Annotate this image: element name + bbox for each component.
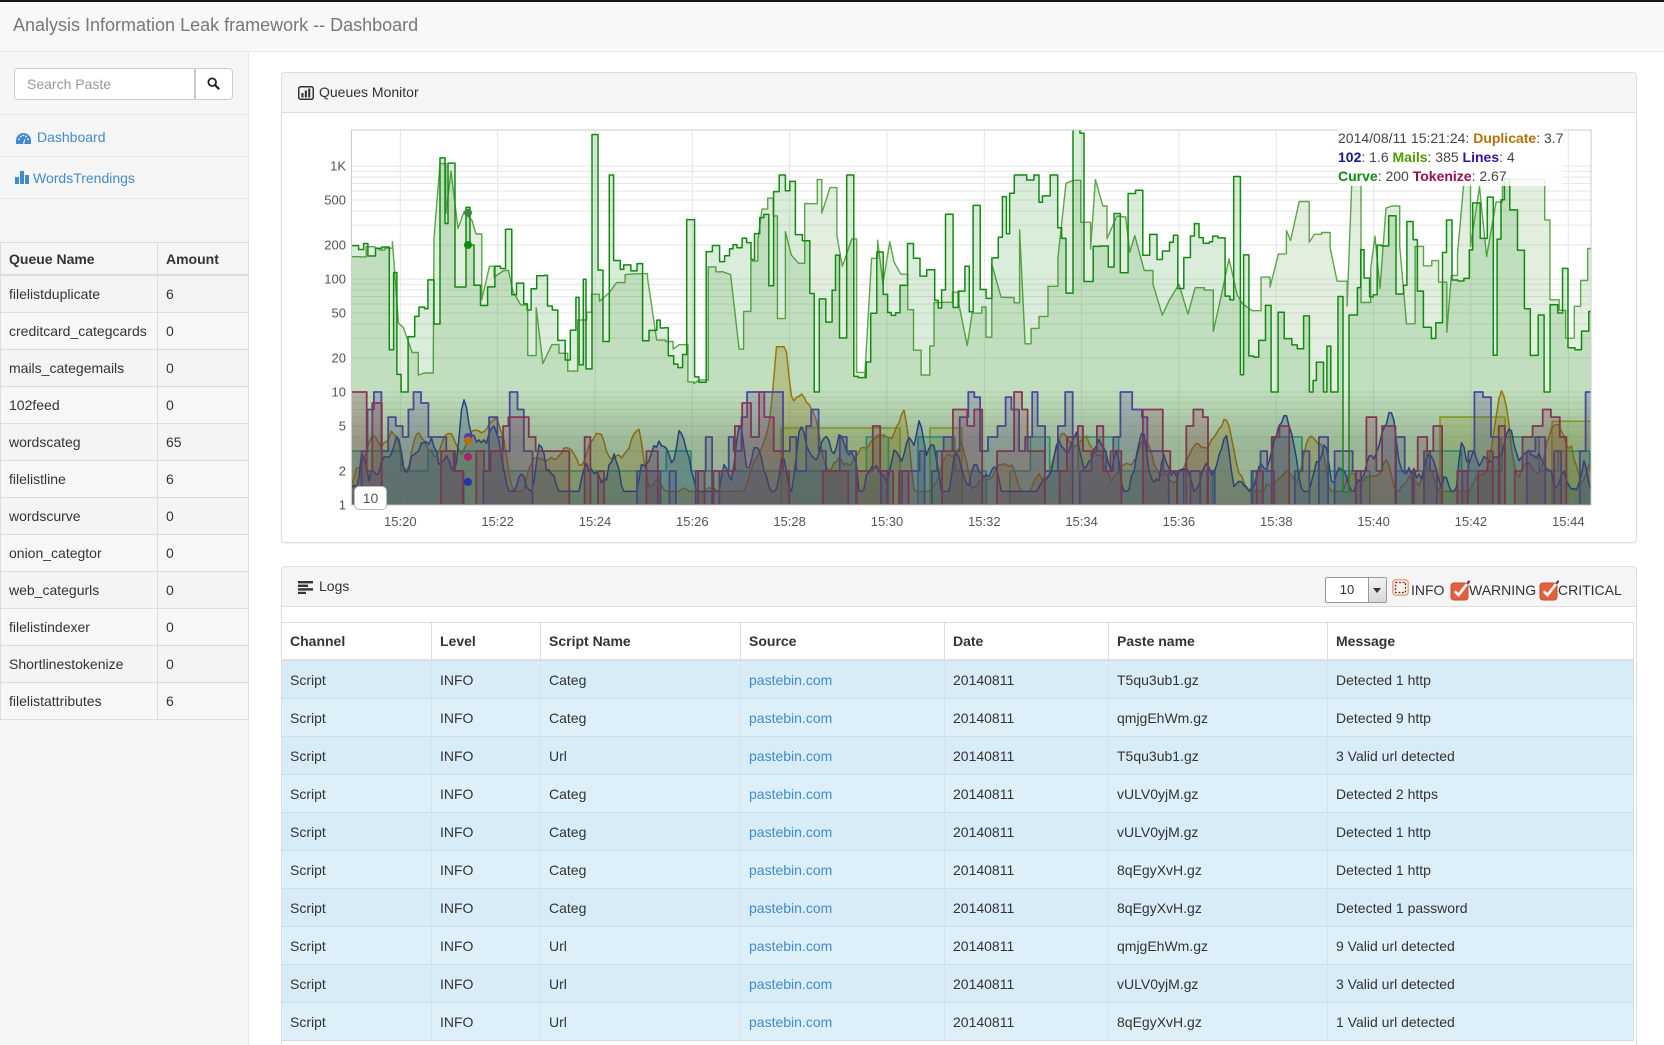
svg-text:15:42: 15:42 [1455,514,1488,529]
svg-text:15:40: 15:40 [1357,514,1390,529]
svg-text:15:26: 15:26 [676,514,709,529]
svg-text:5: 5 [339,419,346,434]
svg-text:15:38: 15:38 [1260,514,1293,529]
svg-text:15:32: 15:32 [968,514,1001,529]
svg-text:500: 500 [324,193,346,208]
svg-text:15:22: 15:22 [481,514,514,529]
svg-text:2: 2 [339,464,346,479]
svg-text:15:36: 15:36 [1163,514,1196,529]
svg-text:1K: 1K [330,159,346,174]
svg-text:1: 1 [339,498,346,513]
svg-text:15:28: 15:28 [773,514,806,529]
svg-text:15:20: 15:20 [384,514,417,529]
svg-text:15:44: 15:44 [1552,514,1585,529]
svg-text:15:30: 15:30 [871,514,904,529]
svg-text:15:34: 15:34 [1065,514,1098,529]
svg-text:200: 200 [324,238,346,253]
svg-text:20: 20 [332,351,346,366]
svg-text:15:24: 15:24 [579,514,612,529]
svg-text:100: 100 [324,272,346,287]
svg-text:10: 10 [332,385,346,400]
svg-text:50: 50 [332,306,346,321]
